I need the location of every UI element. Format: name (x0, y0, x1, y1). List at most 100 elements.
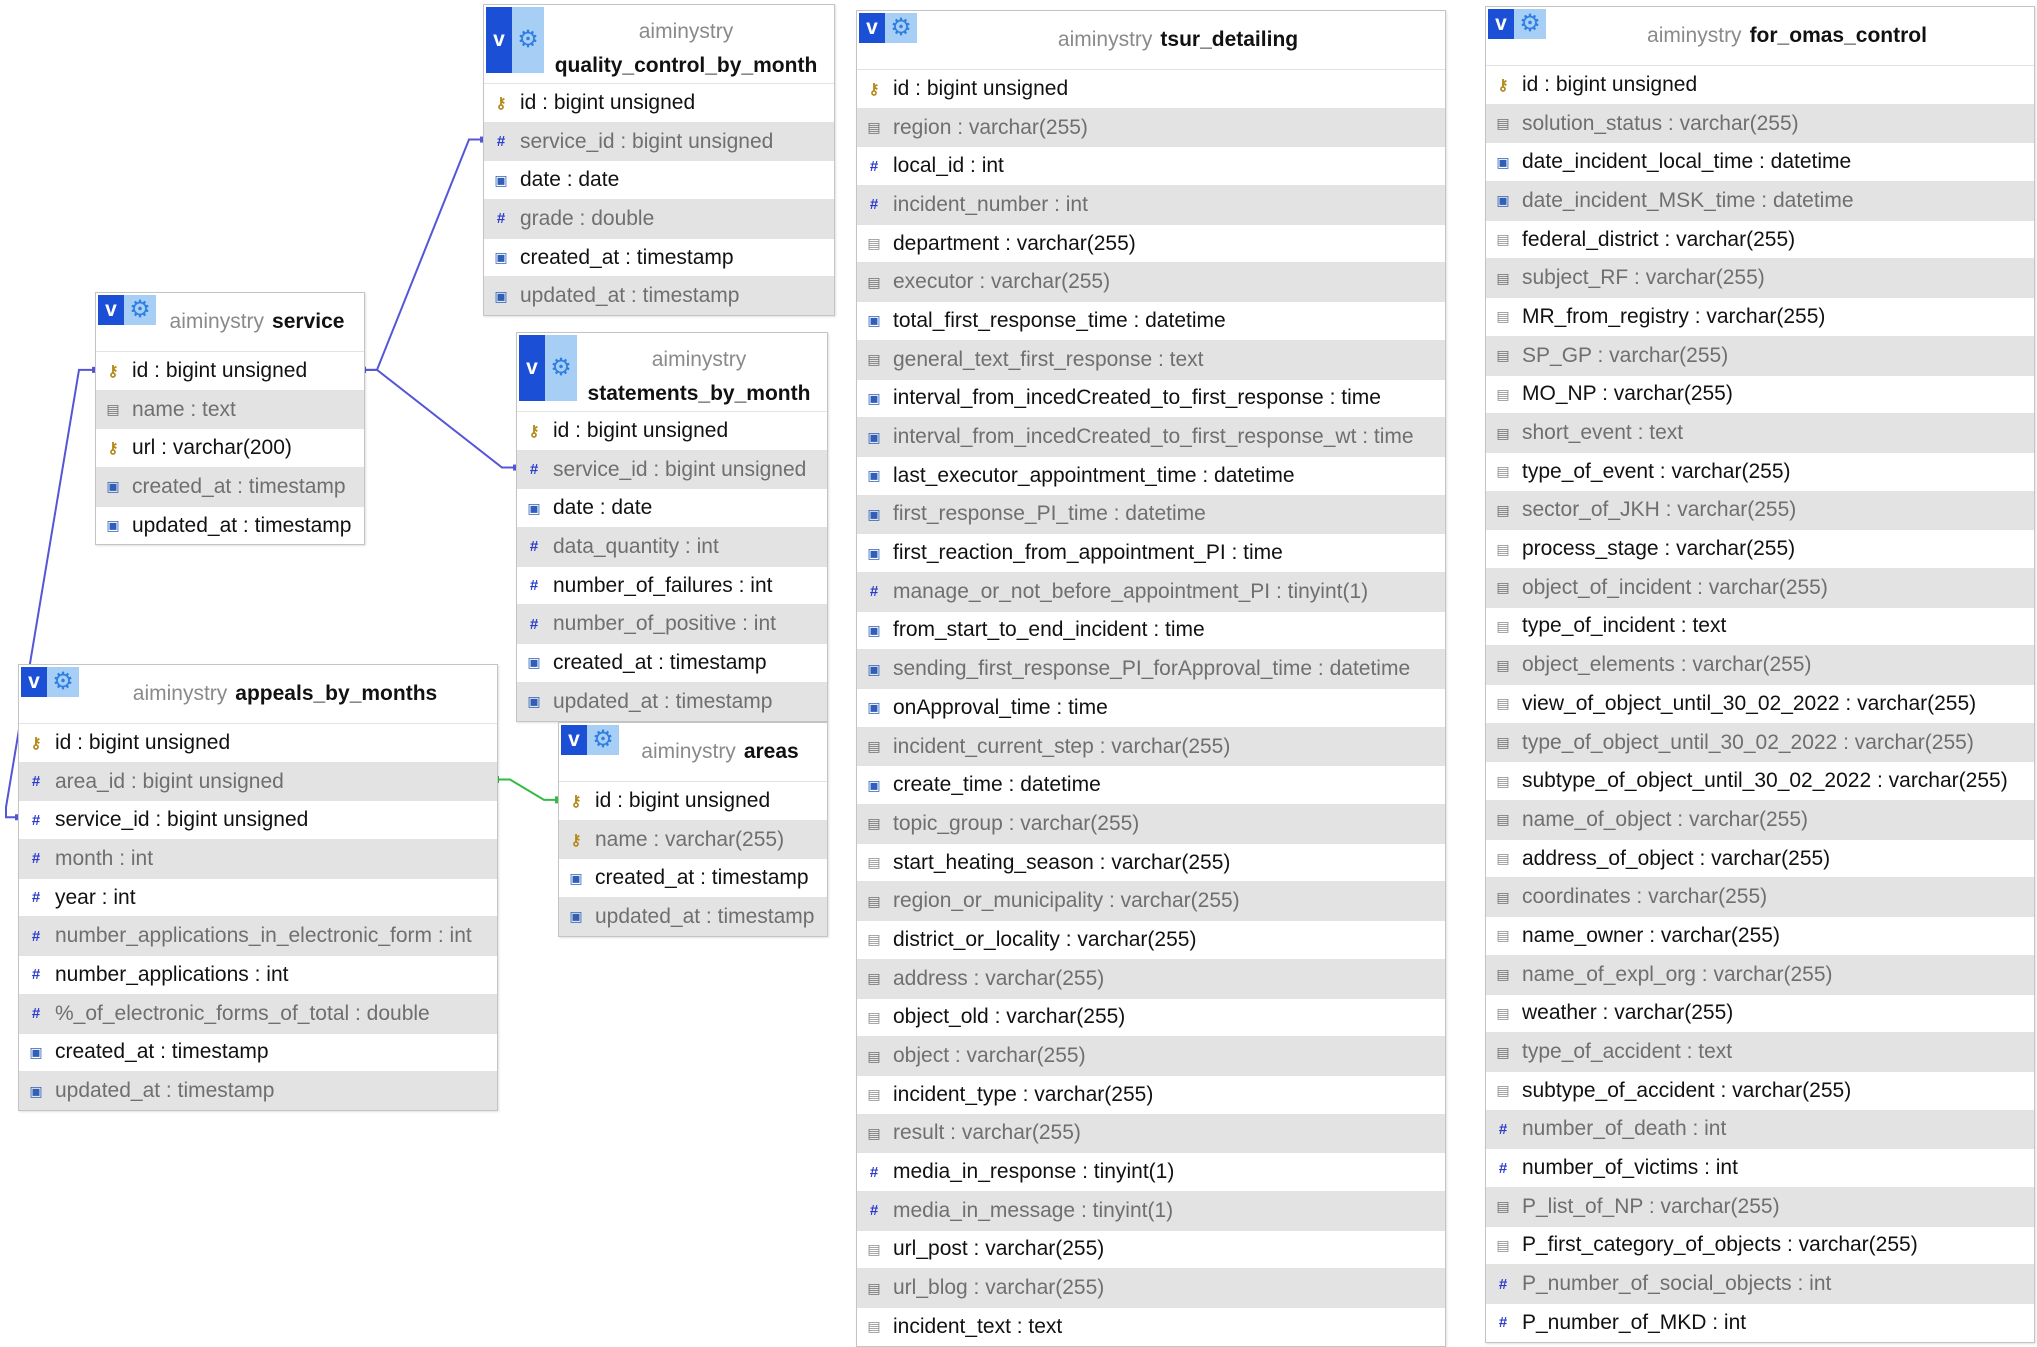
column-row[interactable]: # year : int (19, 877, 497, 917)
column-row[interactable]: ▣ last_executor_appointment_time : dateti… (857, 455, 1445, 495)
table-tsur-detailing[interactable]: v ⚙ aiminystry tsur_detailing ⚷ id : bigint u… (856, 10, 1446, 1347)
column-row[interactable]: ▤ solution_status : varchar(255) (1486, 103, 2034, 143)
toggle-visibility-icon[interactable]: v (1488, 9, 1514, 39)
column-row[interactable]: ▣ created_at : timestamp (517, 643, 827, 682)
toggle-visibility-icon[interactable]: v (561, 725, 587, 755)
column-row[interactable]: ▤ url_post : varchar(255) (857, 1229, 1445, 1269)
column-row[interactable]: ⚷ id : bigint unsigned (19, 723, 497, 762)
column-row[interactable]: ⚷ id : bigint unsigned (517, 411, 827, 450)
column-row[interactable]: # P_number_of_MKD : int (1486, 1303, 2034, 1342)
column-row[interactable]: # number_of_death : int (1486, 1109, 2034, 1149)
table-name[interactable]: for_omas_control (1750, 24, 1927, 48)
column-row[interactable]: ▣ date_incident_MSK_time : datetime (1486, 181, 2034, 220)
column-row[interactable]: ▤ type_of_object_until_30_02_2022 : varch… (1486, 722, 2034, 762)
table-name[interactable]: quality_control_by_month (555, 49, 818, 83)
column-row[interactable]: # incident_number : int (857, 185, 1445, 224)
toggle-visibility-icon[interactable]: v (98, 295, 124, 325)
table-header[interactable]: v ⚙ aiminystry statements_by_month (517, 333, 827, 411)
column-row[interactable]: ⚷ id : bigint unsigned (484, 83, 834, 122)
column-row[interactable]: # local_id : int (857, 146, 1445, 185)
gear-icon[interactable]: ⚙ (885, 13, 917, 43)
column-row[interactable]: ▤ coordinates : varchar(255) (1486, 877, 2034, 917)
column-row[interactable]: ▣ updated_at : timestamp (559, 897, 827, 936)
column-row[interactable]: ▤ P_list_of_NP : varchar(255) (1486, 1186, 2034, 1226)
column-row[interactable]: # area_id : bigint unsigned (19, 761, 497, 801)
table-name[interactable]: appeals_by_months (235, 682, 437, 706)
gear-icon[interactable]: ⚙ (124, 295, 156, 325)
column-row[interactable]: # number_of_victims : int (1486, 1148, 2034, 1187)
column-row[interactable]: ▤ P_first_category_of_objects : varchar(2… (1486, 1225, 2034, 1265)
table-name[interactable]: statements_by_month (588, 377, 811, 411)
column-row[interactable]: ▤ weather : varchar(255) (1486, 993, 2034, 1033)
column-row[interactable]: ▤ incident_type : varchar(255) (857, 1074, 1445, 1114)
column-row[interactable]: ▣ first_response_PI_time : datetime (857, 494, 1445, 534)
toggle-visibility-icon[interactable]: v (486, 7, 512, 73)
column-row[interactable]: # service_id : bigint unsigned (19, 800, 497, 839)
table-quality-control-by-month[interactable]: v ⚙ aiminystry quality_control_by_month ⚷ id … (483, 4, 835, 317)
column-row[interactable]: ▤ address_of_object : varchar(255) (1486, 838, 2034, 878)
column-row[interactable]: ▣ interval_from_incedCreated_to_first_res… (857, 378, 1445, 418)
column-row[interactable]: ▣ updated_at : timestamp (96, 505, 364, 545)
column-row[interactable]: ▤ department : varchar(255) (857, 223, 1445, 263)
column-row[interactable]: ▤ topic_group : varchar(255) (857, 804, 1445, 843)
column-row[interactable]: ▣ date : date (484, 160, 834, 199)
column-row[interactable]: ⚷ name : varchar(255) (559, 819, 827, 859)
gear-icon[interactable]: ⚙ (1514, 9, 1546, 39)
table-name[interactable]: service (272, 310, 344, 334)
gear-icon[interactable]: ⚙ (512, 7, 544, 73)
column-row[interactable]: ▤ SP_GP : varchar(255) (1486, 335, 2034, 375)
table-header[interactable]: v ⚙ aiminystry areas (559, 723, 827, 781)
column-row[interactable]: ▣ first_reaction_from_appointment_PI : ti… (857, 533, 1445, 572)
toggle-visibility-icon[interactable]: v (519, 335, 545, 401)
column-row[interactable]: ▣ created_at : timestamp (19, 1032, 497, 1072)
column-row[interactable]: ⚷ id : bigint unsigned (559, 781, 827, 820)
table-header[interactable]: v ⚙ aiminystry appeals_by_months (19, 665, 497, 723)
column-row[interactable]: # media_in_response : tinyint(1) (857, 1152, 1445, 1191)
column-row[interactable]: ▤ general_text_first_response : text (857, 339, 1445, 379)
column-row[interactable]: ▤ object_elements : varchar(255) (1486, 645, 2034, 684)
column-row[interactable]: # number_of_failures : int (517, 565, 827, 605)
table-header[interactable]: v ⚙ aiminystry service (96, 293, 364, 351)
column-row[interactable]: ▣ date : date (517, 488, 827, 527)
table-for-omas-control[interactable]: v ⚙ aiminystry for_omas_control ⚷ id : bigint… (1485, 6, 2035, 1343)
column-row[interactable]: ⚷ url : varchar(200) (96, 428, 364, 467)
gear-icon[interactable]: ⚙ (545, 335, 577, 401)
column-row[interactable]: ▤ object_old : varchar(255) (857, 997, 1445, 1037)
column-row[interactable]: # media_in_message : tinyint(1) (857, 1190, 1445, 1230)
column-row[interactable]: ⚷ id : bigint unsigned (1486, 65, 2034, 104)
column-row[interactable]: ▤ name_of_expl_org : varchar(255) (1486, 954, 2034, 994)
column-row[interactable]: # number_of_positive : int (517, 604, 827, 644)
toggle-visibility-icon[interactable]: v (859, 13, 885, 43)
column-row[interactable]: ▤ executor : varchar(255) (857, 262, 1445, 302)
gear-icon[interactable]: ⚙ (587, 725, 619, 755)
column-row[interactable]: ▣ total_first_response_time : datetime (857, 301, 1445, 340)
column-row[interactable]: ▣ interval_from_incedCreated_to_first_res… (857, 417, 1445, 456)
column-row[interactable]: ▤ subject_RF : varchar(255) (1486, 258, 2034, 298)
column-row[interactable]: ▣ updated_at : timestamp (19, 1071, 497, 1110)
column-row[interactable]: ▤ region_or_municipality : varchar(255) (857, 881, 1445, 921)
column-row[interactable]: ▣ date_incident_local_time : datetime (1486, 142, 2034, 181)
toggle-visibility-icon[interactable]: v (21, 667, 47, 697)
column-row[interactable]: # P_number_of_social_objects : int (1486, 1264, 2034, 1303)
column-row[interactable]: ▣ from_start_to_end_incident : time (857, 610, 1445, 650)
column-row[interactable]: ▤ type_of_accident : text (1486, 1032, 2034, 1071)
column-row[interactable]: ▣ updated_at : timestamp (484, 276, 834, 316)
column-row[interactable]: ⚷ id : bigint unsigned (857, 69, 1445, 108)
column-row[interactable]: ▤ subtype_of_object_until_30_02_2022 : va… (1486, 761, 2034, 800)
column-row[interactable]: # data_quantity : int (517, 527, 827, 566)
column-row[interactable]: ▤ short_event : text (1486, 413, 2034, 452)
table-name[interactable]: tsur_detailing (1160, 28, 1298, 52)
column-row[interactable]: ▣ updated_at : timestamp (517, 681, 827, 721)
column-row[interactable]: ▤ start_heating_season : varchar(255) (857, 842, 1445, 882)
column-row[interactable]: ▤ MO_NP : varchar(255) (1486, 374, 2034, 414)
column-row[interactable]: ▣ created_at : timestamp (484, 237, 834, 277)
column-row[interactable]: # service_id : bigint unsigned (484, 121, 834, 161)
column-row[interactable]: # service_id : bigint unsigned (517, 449, 827, 489)
column-row[interactable]: ▤ region : varchar(255) (857, 107, 1445, 147)
column-row[interactable]: ▤ district_or_locality : varchar(255) (857, 920, 1445, 959)
table-statements-by-month[interactable]: v ⚙ aiminystry statements_by_month ⚷ id : big… (516, 332, 828, 722)
column-row[interactable]: ▤ MR_from_registry : varchar(255) (1486, 297, 2034, 336)
column-row[interactable]: ▤ process_stage : varchar(255) (1486, 529, 2034, 568)
column-row[interactable]: ▤ incident_current_step : varchar(255) (857, 726, 1445, 766)
column-row[interactable]: ▤ url_blog : varchar(255) (857, 1268, 1445, 1307)
